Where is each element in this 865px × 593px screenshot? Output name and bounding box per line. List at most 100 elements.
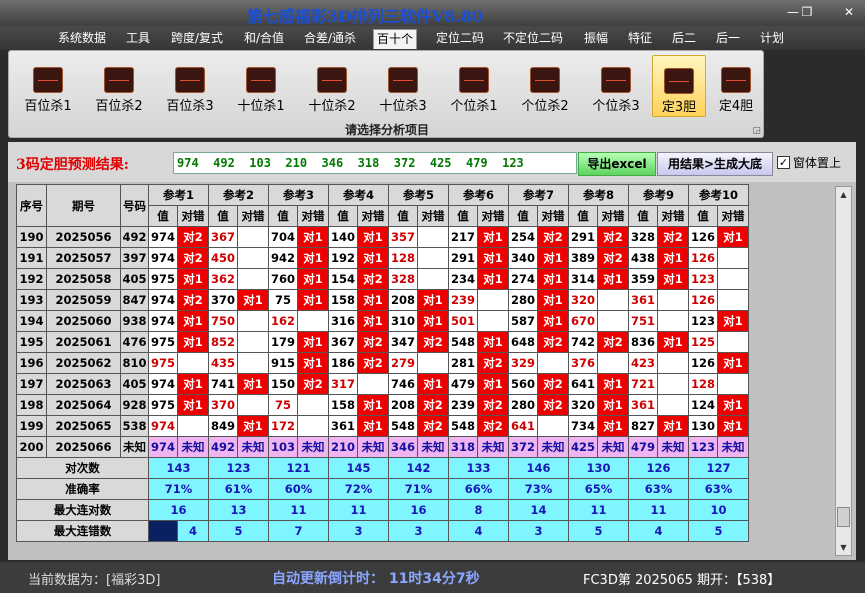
ribbon-expand-icon[interactable]: ◲ [752,126,761,136]
menu-item[interactable]: 计划 [757,29,787,49]
ribbon-button[interactable]: 个位杀3 [585,55,647,117]
window-ontop-option[interactable]: ✓ 窗体置上 [777,154,841,171]
column-header-ref[interactable]: 参考3 [268,184,329,206]
cell-value: 361 [328,415,358,437]
stats-label: 对次数 [16,457,149,479]
export-excel-button[interactable]: 导出excel [578,152,656,176]
ribbon-button[interactable]: 个位杀2 [514,55,576,117]
ribbon-button[interactable]: 十位杀1 [230,55,292,117]
menu-item[interactable]: 后二 [669,29,699,49]
table-row-current[interactable]: 200 2025066 未知 974 未知 492 未知 103 未知 210 未知 346 未知 318… [16,436,749,458]
scroll-up-icon[interactable]: ▲ [836,187,851,202]
cell-value: 370 [208,394,238,416]
cell-value: 974 [148,226,178,248]
scroll-down-icon[interactable]: ▼ [836,540,851,555]
cell-value: 750 [208,310,238,332]
ribbon-button-label: 十位杀1 [237,99,285,114]
cell-value: 210 [328,436,358,458]
column-header-ref[interactable]: 参考7 [508,184,569,206]
stats-value: 11 [268,499,329,521]
cell-value: 479 [448,373,478,395]
table-row[interactable]: 190 2025056 492 974 对2 367 704 对1 140 对1 357 217 对1 2… [16,226,749,248]
ribbon-button[interactable]: 百位杀1 [17,55,79,117]
menu-item[interactable]: 不定位二码 [500,29,566,49]
table-row[interactable]: 197 2025063 405 974 对1 741 对1 150 对2 317 746 对1 479 对… [16,373,749,395]
table-row[interactable]: 194 2025060 938 974 对1 750 162 316 对1 310 对1 501 587… [16,310,749,332]
cell-value: 128 [688,373,718,395]
table-row[interactable]: 196 2025062 810 975 435 915 对1 186 对2 279 281 对2 329… [16,352,749,374]
cell-value: 849 [208,415,238,437]
stats-value: 72% [328,478,389,500]
column-header-ref[interactable]: 参考2 [208,184,269,206]
cell-number: 938 [120,310,149,332]
vertical-scrollbar[interactable]: ▲ ▼ [835,186,852,556]
column-header-ref[interactable]: 参考10 [688,184,749,206]
menu-item[interactable]: 工具 [123,29,153,49]
cell-check [477,310,509,332]
cell-number: 405 [120,268,149,290]
cell-check: 对1 [357,310,389,332]
scroll-thumb[interactable] [837,507,850,527]
table-row[interactable]: 198 2025064 928 975 对1 370 75 158 对1 208 对2 239 对2 28… [16,394,749,416]
column-header-period[interactable]: 期号 [46,184,121,227]
ontop-checkbox[interactable]: ✓ [777,156,790,169]
column-header-ref[interactable]: 参考9 [628,184,689,206]
cell-check [417,352,449,374]
cell-value: 254 [508,226,538,248]
ribbon-button[interactable]: 定4胆 [709,55,763,117]
cell-value: 316 [328,310,358,332]
ribbon-button[interactable]: 个位杀1 [443,55,505,117]
cell-check [417,247,449,269]
ribbon-button[interactable]: 百位杀3 [159,55,221,117]
cell-check [177,352,209,374]
menu-item[interactable]: 系统数据 [55,29,109,49]
column-header-ref[interactable]: 参考6 [448,184,509,206]
menu-item[interactable]: 后一 [713,29,743,49]
ribbon-button[interactable]: 十位杀3 [372,55,434,117]
close-icon[interactable]: ✕ [840,4,858,20]
stats-label: 最大连错数 [16,520,149,542]
menu-item[interactable]: 和/合值 [241,29,287,49]
column-header-ref[interactable]: 参考5 [388,184,449,206]
cell-seq: 198 [16,394,47,416]
column-header-ref[interactable]: 参考4 [328,184,389,206]
column-header-value: 值 [388,205,418,227]
cell-check: 对1 [537,247,569,269]
cell-value: 123 [688,268,718,290]
table-row[interactable]: 193 2025059 847 974 对2 370 对1 75 对1 158 对1 208 对1 239… [16,289,749,311]
chart-icon [175,67,205,93]
column-header-ref[interactable]: 参考1 [148,184,209,206]
cell-check: 对1 [477,226,509,248]
ribbon-button[interactable]: 十位杀2 [301,55,363,117]
status-bar: 当前数据为：[福彩3D] 自动更新倒计时： 11时34分7秒 FC3D第 202… [0,562,865,593]
table-row[interactable]: 191 2025057 397 974 对2 450 942 对1 192 对1 128 291 对1 3… [16,247,749,269]
stats-value: 71% [148,478,209,500]
menu-item[interactable]: 百十个 [373,29,418,49]
stats-value: 16 [148,499,209,521]
table-row[interactable]: 195 2025061 476 975 对1 852 179 对1 367 对2 347 对2 548 对… [16,331,749,353]
menu-item[interactable]: 合差/通杀 [301,29,359,49]
stats-value: 11 [328,499,389,521]
column-header-number[interactable]: 号码 [120,184,149,227]
table-row[interactable]: 192 2025058 405 975 对1 362 760 对1 154 对2 328 234 对1 2… [16,268,749,290]
cell-check [477,289,509,311]
ribbon-button[interactable]: 百位杀2 [88,55,150,117]
generate-base-button[interactable]: 用结果>生成大底 [657,152,773,176]
restore-icon[interactable]: ❐ [798,4,816,20]
menu-item[interactable]: 特征 [625,29,655,49]
column-header-ref[interactable]: 参考8 [568,184,629,206]
menu-item[interactable]: 振幅 [581,29,611,49]
cell-check: 对1 [537,268,569,290]
cell-check [237,310,269,332]
ribbon-button[interactable]: 定3胆 [652,55,706,117]
cell-value: 357 [388,226,418,248]
cell-value: 974 [148,247,178,269]
menu-item[interactable]: 定位二码 [433,29,487,49]
cell-value: 479 [628,436,658,458]
cell-check: 未知 [597,436,629,458]
column-header-seq[interactable]: 序号 [16,184,47,227]
result-field[interactable]: 974 492 103 210 346 318 372 425 479 123 [173,152,577,174]
cell-number: 538 [120,415,149,437]
table-row[interactable]: 199 2025065 538 974 849 对1 172 361 对1 548 对2 548 对2 6… [16,415,749,437]
menu-item[interactable]: 跨度/复式 [168,29,226,49]
